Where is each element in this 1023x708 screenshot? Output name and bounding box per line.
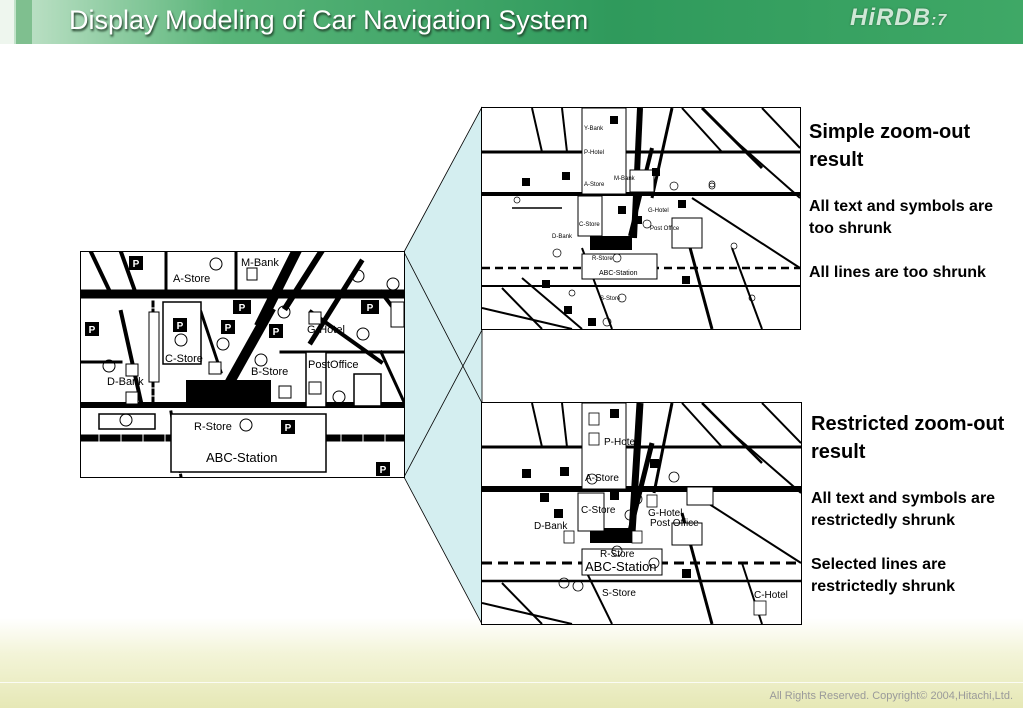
map-label: S-Store xyxy=(600,296,621,302)
restricted-zoom-heading: Restricted zoom-out result xyxy=(811,413,1005,463)
map-label: B-Store xyxy=(251,366,288,378)
map-label: ABC-Station xyxy=(206,450,278,465)
map-label: P-Hotel xyxy=(584,150,604,156)
restricted-zoom-note-text: All text and symbols are restrictedly sh… xyxy=(811,490,996,529)
map-label: D-Bank xyxy=(534,521,568,532)
map-label: C-Store xyxy=(581,505,616,516)
svg-text:P: P xyxy=(177,321,184,332)
map-label: S-Store xyxy=(602,588,636,599)
map-label: PostOffice xyxy=(308,359,359,371)
simple-zoom-map: Y-Bank P-Hotel A-Store M-Bank C-Store G-… xyxy=(481,107,801,330)
svg-text:P: P xyxy=(133,259,140,270)
restricted-zoom-map: P-Hotel A-Store C-Store G-Hotel Post Off… xyxy=(481,402,802,625)
map-label: D-Bank xyxy=(552,234,573,240)
svg-text:P: P xyxy=(89,325,96,336)
restricted-zoom-note-lines: Selected lines are restrictedly shrunk xyxy=(811,556,956,595)
original-map: P P P P P P P P P A-Store M-Bank C-Store… xyxy=(80,251,405,478)
svg-text:P: P xyxy=(225,323,232,334)
map-label: D-Bank xyxy=(107,376,144,388)
map-label: G-Hotel xyxy=(648,208,669,214)
simple-zoom-note-lines: All lines are too shrunk xyxy=(809,264,986,281)
svg-text:P: P xyxy=(367,303,374,314)
map-label: ABC-Station xyxy=(599,270,638,277)
map-label: M-Bank xyxy=(614,176,636,182)
simple-zoom-heading: Simple zoom-out result xyxy=(809,121,971,171)
simple-zoom-note-text: All text and symbols are too shrunk xyxy=(809,198,994,237)
svg-text:P: P xyxy=(285,423,292,434)
map-label: R-Store xyxy=(194,421,232,433)
map-label: A-Store xyxy=(585,473,619,484)
svg-text:P: P xyxy=(273,327,280,338)
svg-text:P: P xyxy=(239,303,246,314)
map-label: ABC-Station xyxy=(585,559,657,574)
map-label: Post Office xyxy=(650,226,680,232)
map-label: C-Hotel xyxy=(754,590,788,601)
map-label: M-Bank xyxy=(241,257,279,269)
map-label: G-Hotel xyxy=(307,324,345,336)
map-label: C-Store xyxy=(579,222,600,228)
map-label: R-Store xyxy=(592,256,613,262)
svg-text:P: P xyxy=(380,465,387,476)
map-label: Y-Bank xyxy=(584,126,604,132)
map-label: P-Hotel xyxy=(604,437,637,448)
map-label: A-Store xyxy=(584,182,605,188)
map-label: A-Store xyxy=(173,273,210,285)
map-label: C-Store xyxy=(165,353,203,365)
map-label: Post Office xyxy=(650,518,699,529)
